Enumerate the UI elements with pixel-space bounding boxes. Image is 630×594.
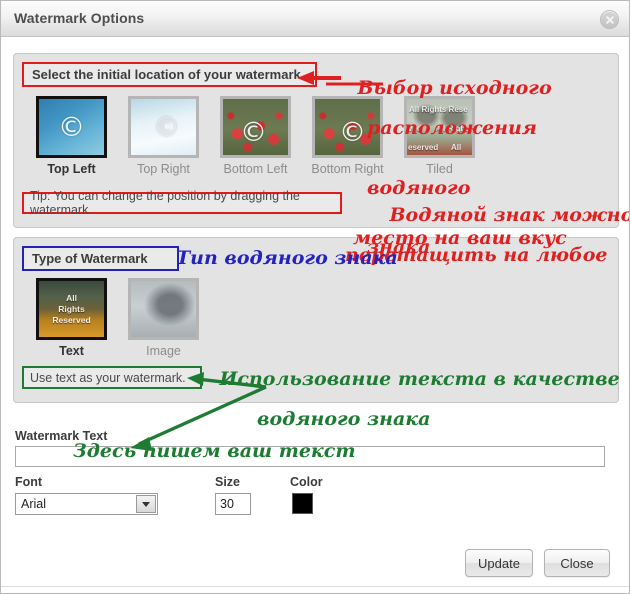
type-label-text: Text	[59, 344, 84, 358]
type-section-header: Type of Watermark	[22, 246, 179, 271]
tile-text: All Rights	[435, 124, 473, 133]
copyright-icon: ©	[153, 112, 180, 143]
location-label-bottom-right: Bottom Right	[311, 162, 384, 176]
chevron-down-icon[interactable]	[136, 495, 156, 513]
tile-text: All	[451, 143, 462, 152]
location-option-top-right[interactable]: © Top Right	[124, 96, 203, 176]
thumb-overlay-line: Rights	[58, 304, 85, 314]
tile-text: All Rights Rese	[409, 105, 468, 114]
color-swatch[interactable]	[292, 493, 313, 514]
location-thumbnail-list: © Top Left © Top Right © Bottom Left © B…	[32, 96, 492, 176]
location-thumb-bottom-right[interactable]: ©	[312, 96, 383, 158]
copyright-icon: ©	[240, 117, 267, 148]
watermark-options-dialog: Watermark Options Select the initial loc…	[0, 0, 630, 594]
copyright-icon: ©	[339, 117, 366, 148]
type-thumbnail-list: All Rights Reserved Text Image	[32, 278, 216, 358]
location-option-tiled[interactable]: All Rights Rese ved All Rights eserved A…	[400, 96, 479, 176]
font-select-value: Arial	[21, 497, 47, 511]
font-select[interactable]: Arial	[15, 493, 158, 515]
copyright-icon: ©	[58, 112, 85, 143]
footer-divider	[1, 586, 629, 587]
tile-text: ved	[408, 124, 422, 133]
location-option-top-left[interactable]: © Top Left	[32, 96, 111, 176]
location-thumb-top-left[interactable]: ©	[36, 96, 107, 158]
color-label: Color	[290, 475, 323, 489]
type-thumb-text[interactable]: All Rights Reserved	[36, 278, 107, 340]
location-thumb-top-right[interactable]: ©	[128, 96, 199, 158]
location-panel: Select the initial location of your wate…	[13, 53, 619, 228]
dialog-title: Watermark Options	[14, 10, 145, 26]
location-thumb-tiled[interactable]: All Rights Rese ved All Rights eserved A…	[404, 96, 475, 158]
location-option-bottom-right[interactable]: © Bottom Right	[308, 96, 387, 176]
tile-text: eserved	[408, 143, 439, 152]
thumbnail-image	[131, 281, 196, 337]
thumb-overlay-line: All	[66, 293, 77, 303]
size-input[interactable]: 30	[215, 493, 251, 515]
dialog-titlebar: Watermark Options	[1, 1, 629, 37]
watermark-text-label: Watermark Text	[15, 429, 108, 443]
location-label-tiled: Tiled	[426, 162, 453, 176]
close-icon[interactable]	[600, 10, 619, 29]
font-label: Font	[15, 475, 43, 489]
location-option-bottom-left[interactable]: © Bottom Left	[216, 96, 295, 176]
use-text-note: Use text as your watermark.	[22, 366, 202, 389]
type-label-image: Image	[146, 344, 181, 358]
location-thumb-bottom-left[interactable]: ©	[220, 96, 291, 158]
watermark-text-input[interactable]	[15, 446, 605, 467]
type-option-text[interactable]: All Rights Reserved Text	[32, 278, 111, 358]
location-label-top-right: Top Right	[137, 162, 190, 176]
update-button[interactable]: Update	[465, 549, 533, 577]
location-section-header: Select the initial location of your wate…	[22, 62, 317, 87]
size-label: Size	[215, 475, 241, 489]
annotation-line: водяного знака	[257, 407, 431, 430]
type-panel: Type of Watermark All Rights Reserved Te…	[13, 237, 619, 403]
type-thumb-image[interactable]	[128, 278, 199, 340]
type-option-image[interactable]: Image	[124, 278, 203, 358]
location-tip-text: Tip: You can change the position by drag…	[22, 189, 342, 217]
thumb-overlay-line: Reserved	[52, 315, 91, 325]
location-label-bottom-left: Bottom Left	[223, 162, 288, 176]
location-label-top-left: Top Left	[47, 162, 96, 176]
close-button[interactable]: Close	[544, 549, 610, 577]
